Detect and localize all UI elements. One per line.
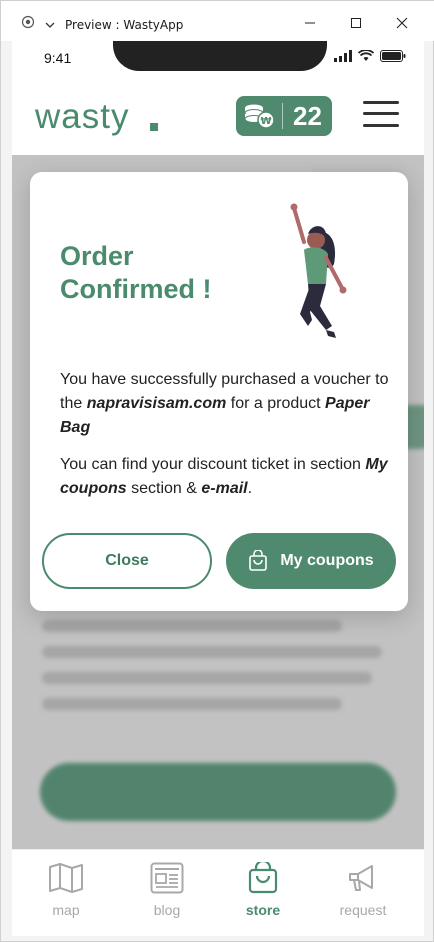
window-titlebar: Preview : WastyApp — [1, 1, 434, 41]
battery-icon — [380, 49, 406, 67]
nav-label-request: request — [339, 902, 387, 918]
nav-item-map[interactable]: map — [21, 858, 111, 918]
nav-item-request[interactable]: request — [318, 858, 408, 918]
window-title: Preview : WastyApp — [65, 17, 184, 32]
nav-label-blog: blog — [153, 902, 181, 918]
minimize-button[interactable] — [287, 9, 333, 37]
dialog-title: Order Confirmed ! — [60, 241, 212, 304]
maximize-button[interactable] — [333, 9, 379, 37]
nav-label-map: map — [52, 902, 80, 918]
coin-balance-button[interactable]: ₩ 22 — [236, 96, 332, 136]
status-time: 9:41 — [44, 50, 72, 66]
my-coupons-button[interactable]: My coupons — [226, 533, 396, 589]
close-button-label: Close — [105, 552, 149, 569]
minimize-icon — [305, 22, 315, 24]
window-icon — [21, 15, 35, 34]
window-menu-chevron-icon[interactable] — [45, 16, 55, 34]
nav-item-blog[interactable]: blog — [122, 858, 212, 918]
app-window: Preview : WastyApp 9:41 wasty ₩ 22 Order… — [0, 0, 434, 942]
nav-label-store: store — [245, 902, 281, 918]
status-bar: 9:41 — [12, 41, 424, 77]
device-notch — [113, 41, 327, 71]
order-confirmed-dialog: Order Confirmed ! You have successfully … — [30, 172, 408, 611]
nav-item-store[interactable]: store — [218, 858, 308, 918]
megaphone-icon — [349, 865, 373, 891]
phone-screen: 9:41 wasty ₩ 22 Order Confirmed ! You ha… — [12, 41, 424, 936]
blog-icon — [150, 862, 184, 894]
logo-dot — [150, 123, 158, 131]
jumping-person-illustration — [290, 203, 347, 338]
coupon-location-message: You can find your discount ticket in sec… — [60, 456, 388, 497]
close-window-button[interactable] — [379, 9, 425, 37]
close-icon — [396, 17, 408, 29]
app-logo[interactable]: wasty — [35, 97, 129, 137]
shopping-bag-icon — [249, 550, 268, 571]
bottom-navigation: map blog store request — [12, 849, 424, 936]
site-name: napravisisam.com — [86, 395, 227, 412]
purchase-message: You have successfully purchased a vouche… — [60, 371, 389, 436]
close-button[interactable]: Close — [42, 533, 212, 589]
coin-count: 22 — [293, 100, 322, 131]
menu-button[interactable] — [363, 99, 399, 129]
coins-icon: ₩ — [244, 104, 275, 129]
maximize-icon — [351, 18, 361, 28]
wifi-icon — [357, 49, 375, 67]
shopping-bag-icon — [248, 862, 278, 894]
signal-icon — [334, 49, 352, 67]
map-icon — [49, 863, 83, 893]
my-coupons-label: My coupons — [280, 552, 374, 569]
app-header: wasty ₩ 22 — [12, 77, 424, 155]
svg-text:₩: ₩ — [260, 116, 271, 127]
